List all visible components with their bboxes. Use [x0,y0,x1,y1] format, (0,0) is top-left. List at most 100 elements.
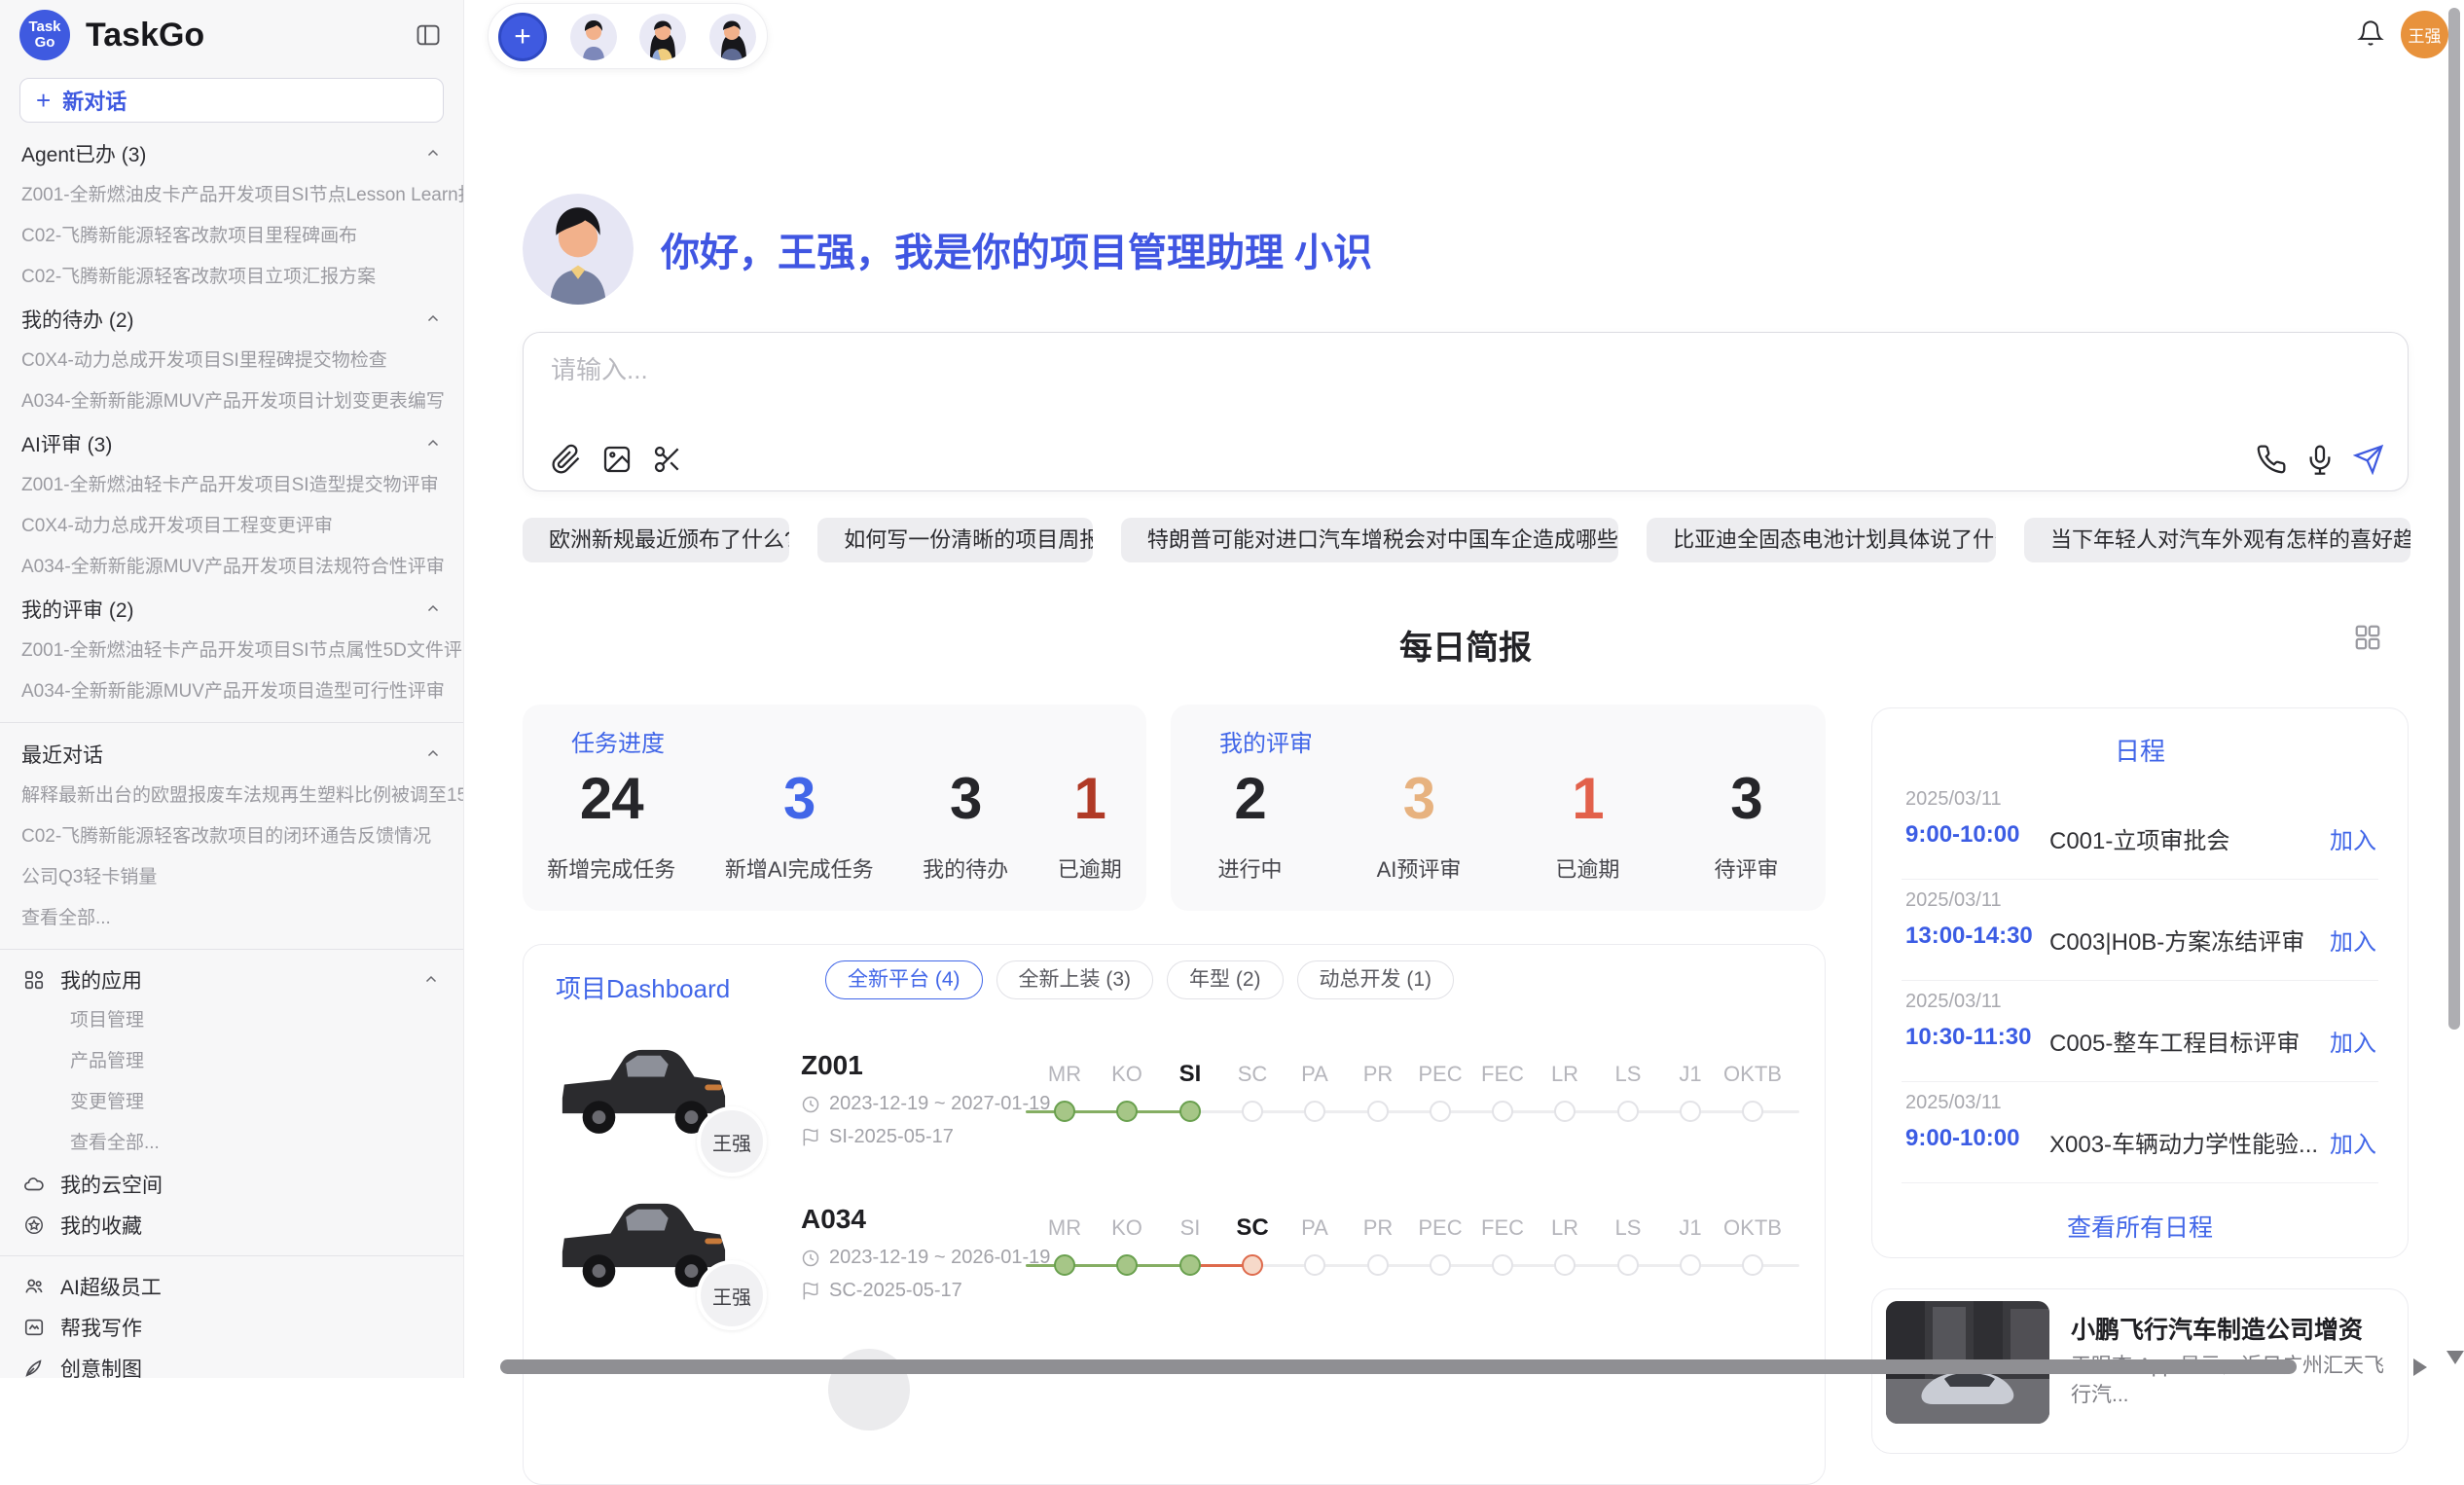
sidebar-item-ai-employee[interactable]: AI超级员工 [0,1266,463,1307]
project-row[interactable]: 王强 Z001 2023-12-19 ~ 2027-01-19 SI-2025-… [524,1036,1825,1190]
list-item[interactable]: 公司Q3轻卡销量 [0,857,463,898]
list-item[interactable]: 解释最新出台的欧盟报废车法规再生塑料比例被调至15%... [0,776,463,816]
suggestion-chip[interactable]: 如何写一份清晰的项目周报 [817,518,1093,562]
tab-new-platform[interactable]: 全新平台 (4) [825,960,983,999]
avatar[interactable] [639,14,686,60]
section-title: 我的评审 (2) [21,595,134,624]
avatar[interactable] [570,14,617,60]
sidebar-item-writing-helper[interactable]: 帮我写作 [0,1307,463,1348]
divider [0,1255,463,1256]
notification-bell-icon[interactable] [2357,19,2384,47]
phone-call-icon[interactable] [2256,444,2287,475]
section-header-my-todo[interactable]: 我的待办 (2) [0,298,463,341]
news-title: 小鹏飞行汽车制造公司增资 [2071,1311,2363,1346]
divider [1902,1182,2378,1183]
scissors-icon[interactable] [652,444,683,475]
list-item[interactable]: A034-全新新能源MUV产品开发项目造型可行性评审 [0,671,463,712]
join-button[interactable]: 加入 [2330,1024,2376,1058]
suggestion-chip[interactable]: 欧洲新规最近颁布了什么? [523,518,789,562]
milestone-label: OKTB [1714,1061,1792,1088]
stat-in-progress: 2 进行中 [1218,767,1283,884]
composer-input[interactable] [551,350,2205,409]
project-row[interactable]: 王强 A034 2023-12-19 ~ 2026-01-19 SC-2025-… [524,1190,1825,1344]
schedule-date: 2025/03/11 [1905,788,2002,811]
avatar[interactable] [709,14,756,60]
suggestion-chip[interactable]: 比亚迪全固态电池计划具体说了什么 [1647,518,1996,562]
vertical-scrollbar[interactable] [2448,8,2460,1030]
my-review-card: 我的评审 2 进行中 3 AI预评审 1 已逾期 3 待评审 [1171,705,1826,911]
milestone-label: OKTB [1714,1214,1792,1242]
layout-grid-icon[interactable] [2353,623,2382,652]
list-item[interactable]: Z001-全新燃油皮卡产品开发项目SI节点Lesson Learn报告 [0,175,463,216]
section-header-my-review[interactable]: 我的评审 (2) [0,588,463,631]
add-agent-button[interactable]: + [498,13,547,61]
tab-new-body[interactable]: 全新上装 (3) [996,960,1154,999]
stat-label: 进行中 [1218,852,1283,884]
date-range: 2023-12-19 ~ 2027-01-19 [829,1093,1050,1115]
sidebar-item-product-mgmt[interactable]: 产品管理 [0,1041,463,1082]
list-item[interactable]: Z001-全新燃油轻卡产品开发项目SI造型提交物评审 [0,465,463,506]
milestone-dot-overdue [1242,1254,1263,1276]
list-item[interactable]: A034-全新新能源MUV产品开发项目法规符合性评审 [0,547,463,588]
attachment-icon[interactable] [551,444,582,475]
list-item[interactable]: A034-全新新能源MUV产品开发项目计划变更表编写 [0,381,463,422]
project-next-milestone: SC-2025-05-17 [801,1280,962,1302]
creative-drawing-label: 创意制图 [60,1354,440,1378]
task-progress-card: 任务进度 24 新增完成任务 3 新增AI完成任务 3 我的待办 1 已逾期 [523,705,1146,911]
milestone-timeline: MR KO SI SC PA PR PEC FEC LR LS J1 OKTB [1026,1214,1799,1312]
schedule-event-title: C005-整车工程目标评审 [2049,1024,2300,1058]
schedule-date: 2025/03/11 [1905,889,2002,912]
tab-model-year[interactable]: 年型 (2) [1167,960,1284,999]
people-icon [23,1276,45,1297]
suggestion-chip[interactable]: 特朗普可能对进口汽车增税会对中国车企造成哪些影响 [1121,518,1618,562]
section-header-recent-chats[interactable]: 最近对话 [0,733,463,776]
stat-value: 1 [1058,767,1122,831]
list-item[interactable]: C02-飞腾新能源轻客改款项目立项汇报方案 [0,257,463,298]
user-avatar[interactable]: 王强 [2401,11,2448,58]
schedule-title: 日程 [1872,732,2408,768]
suggestion-chip[interactable]: 当下年轻人对汽车外观有怎样的喜好趋势 [2024,518,2410,562]
image-icon[interactable] [601,444,633,475]
dashboard-tabs: 全新平台 (4) 全新上装 (3) 年型 (2) 动总开发 (1) [825,960,1454,999]
list-item[interactable]: C0X4-动力总成开发项目SI里程碑提交物检查 [0,341,463,381]
microphone-icon[interactable] [2304,444,2336,475]
project-owner-badge: 王强 [697,1260,767,1330]
apps-view-all[interactable]: 查看全部... [0,1123,463,1164]
scroll-right-arrow-icon[interactable] [2413,1358,2427,1376]
writing-icon [23,1317,45,1338]
tab-powertrain[interactable]: 动总开发 (1) [1297,960,1455,999]
view-all-schedule-link[interactable]: 查看所有日程 [1872,1209,2408,1244]
list-item[interactable]: C0X4-动力总成开发项目工程变更评审 [0,506,463,547]
schedule-time: 9:00-10:00 [1905,821,2019,849]
section-header-ai-review[interactable]: AI评审 (3) [0,422,463,465]
sidebar-item-favorites[interactable]: 我的收藏 [0,1205,463,1246]
stat-new-done: 24 新增完成任务 [547,767,675,884]
sidebar-collapse-icon[interactable] [415,21,442,49]
milestone-dot [1492,1254,1513,1276]
sidebar-item-change-mgmt[interactable]: 变更管理 [0,1082,463,1123]
sidebar-item-creative-drawing[interactable]: 创意制图 [0,1348,463,1378]
sidebar-item-my-apps[interactable]: 我的应用 [0,960,463,1000]
milestone-dot-done [1116,1101,1138,1122]
milestone-dot-done [1179,1101,1201,1122]
scroll-down-arrow-icon[interactable] [2446,1351,2464,1364]
list-item[interactable]: C02-飞腾新能源轻客改款项目里程碑画布 [0,216,463,257]
list-item[interactable]: C02-飞腾新能源轻客改款项目的闭环通告反馈情况 [0,816,463,857]
cloud-icon [23,1174,45,1195]
new-chat-button[interactable]: + 新对话 [19,78,444,123]
section-title: AI评审 (3) [21,429,112,458]
section-header-agent-done[interactable]: Agent已办 (3) [0,132,463,175]
project-code: Z001 [801,1050,863,1081]
sidebar-item-cloud-space[interactable]: 我的云空间 [0,1164,463,1205]
sidebar-item-project-mgmt[interactable]: 项目管理 [0,1000,463,1041]
join-button[interactable]: 加入 [2330,821,2376,855]
join-button[interactable]: 加入 [2330,1125,2376,1159]
stat-review-overdue: 1 已逾期 [1555,767,1619,884]
horizontal-scrollbar[interactable] [500,1359,2297,1374]
recent-view-all[interactable]: 查看全部... [0,898,463,939]
join-button[interactable]: 加入 [2330,923,2376,957]
list-item[interactable]: Z001-全新燃油轻卡产品开发项目SI节点属性5D文件评审 [0,631,463,671]
milestone-dot [1304,1254,1325,1276]
stat-value: 3 [1377,767,1462,831]
send-icon[interactable] [2353,444,2384,475]
